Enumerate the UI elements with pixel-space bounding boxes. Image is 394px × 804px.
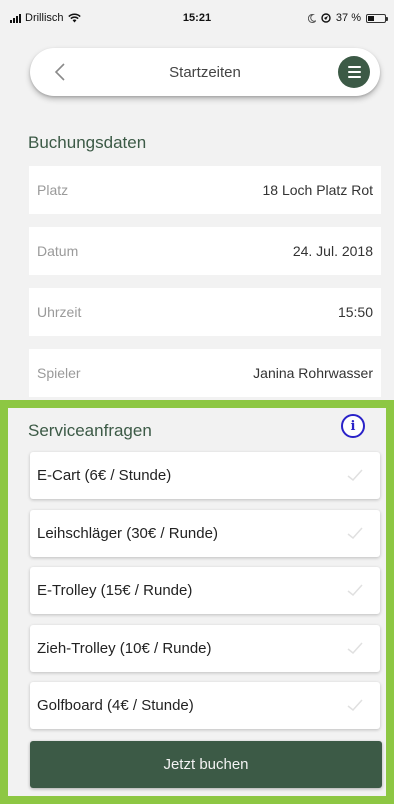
booking-row-platz: Platz 18 Loch Platz Rot	[29, 166, 381, 214]
checkmark-icon	[347, 469, 363, 482]
header-bar: Startzeiten	[30, 48, 380, 96]
status-right: 37 %	[307, 12, 388, 24]
page-title: Startzeiten	[169, 64, 241, 81]
service-item-golfboard[interactable]: Golfboard (4€ / Stunde)	[30, 682, 380, 729]
checkmark-icon	[347, 642, 363, 655]
service-item-e-cart[interactable]: E-Cart (6€ / Stunde)	[30, 452, 380, 499]
booking-row-label: Spieler	[37, 365, 81, 381]
booking-row-label: Datum	[37, 243, 79, 259]
book-now-button[interactable]: Jetzt buchen	[30, 741, 382, 788]
service-item-label: E-Trolley (15€ / Runde)	[37, 582, 193, 599]
checkmark-icon	[347, 584, 363, 597]
services-section-title: Serviceanfragen	[28, 421, 152, 440]
menu-icon-line	[347, 76, 361, 78]
info-icon[interactable]: i	[341, 414, 365, 438]
menu-icon-line	[347, 71, 361, 73]
service-item-label: Golfboard (4€ / Stunde)	[37, 697, 194, 714]
moon-icon	[307, 13, 316, 23]
booking-row-spieler: Spieler Janina Rohrwasser	[29, 349, 381, 397]
checkmark-icon	[347, 699, 363, 712]
checkmark-icon	[347, 527, 363, 540]
battery-icon	[366, 13, 388, 23]
booking-row-value: 15:50	[337, 304, 373, 320]
battery-percent: 37 %	[335, 12, 361, 24]
service-item-label: E-Cart (6€ / Stunde)	[37, 467, 172, 484]
booking-section-title: Buchungsdaten	[28, 133, 147, 152]
service-item-leihschlaeger[interactable]: Leihschläger (30€ / Runde)	[30, 510, 380, 557]
booking-row-uhrzeit: Uhrzeit 15:50	[29, 288, 381, 336]
booking-row-datum: Datum 24. Jul. 2018	[29, 227, 381, 275]
booking-row-label: Platz	[37, 182, 69, 198]
location-lock-icon	[321, 13, 331, 23]
service-item-label: Leihschläger (30€ / Runde)	[37, 525, 218, 542]
service-item-e-trolley[interactable]: E-Trolley (15€ / Runde)	[30, 567, 380, 614]
menu-icon-line	[347, 66, 361, 68]
booking-row-value: 24. Jul. 2018	[292, 243, 373, 259]
service-item-label: Zieh-Trolley (10€ / Runde)	[37, 640, 212, 657]
booking-row-label: Uhrzeit	[37, 304, 82, 320]
service-item-zieh-trolley[interactable]: Zieh-Trolley (10€ / Runde)	[30, 625, 380, 672]
status-bar: Drillisch 15:21 37 %	[0, 0, 394, 40]
booking-row-value: 18 Loch Platz Rot	[262, 182, 373, 198]
menu-button[interactable]	[338, 56, 370, 88]
booking-row-value: Janina Rohrwasser	[253, 365, 373, 381]
